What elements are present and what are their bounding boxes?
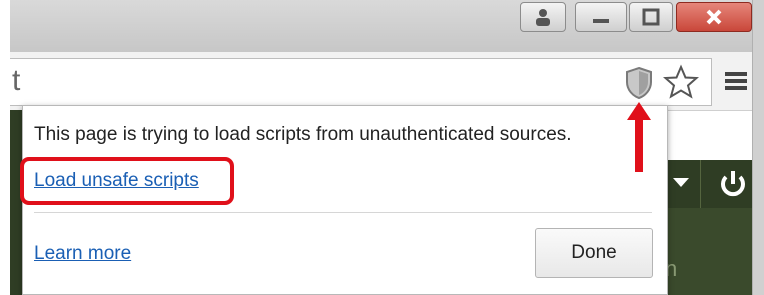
power-icon	[721, 171, 745, 197]
star-icon	[662, 64, 700, 99]
dropdown-arrow-icon	[673, 178, 689, 187]
bookmark-star-button[interactable]	[662, 64, 700, 100]
address-bar[interactable]	[10, 58, 712, 106]
learn-more-label[interactable]: Learn more	[34, 243, 131, 264]
page-dropdown-arrow[interactable]	[668, 168, 694, 198]
highlight-box	[20, 157, 234, 205]
menu-icon	[725, 72, 747, 90]
close-button[interactable]	[676, 2, 752, 32]
red-arrow-icon	[627, 102, 651, 172]
user-icon	[536, 9, 550, 26]
window-left-edge	[0, 0, 10, 295]
popup-divider	[34, 212, 652, 213]
minimize-button[interactable]	[575, 2, 627, 32]
user-profile-button[interactable]	[520, 2, 566, 32]
menu-button[interactable]	[722, 66, 750, 96]
close-icon	[706, 9, 722, 25]
window-right-edge	[752, 0, 764, 295]
page-header-divider	[700, 160, 701, 208]
maximize-button[interactable]	[629, 2, 673, 32]
page-power-button[interactable]	[716, 167, 750, 201]
shield-icon	[626, 66, 652, 100]
maximize-icon	[642, 8, 660, 26]
done-button[interactable]: Done	[535, 228, 653, 278]
shield-button[interactable]	[624, 66, 654, 100]
address-bar-text: t	[12, 64, 21, 97]
minimize-icon	[593, 19, 609, 23]
annotation-arrow	[625, 100, 653, 174]
popup-message: This page is trying to load scripts from…	[34, 124, 572, 145]
learn-more-link[interactable]: Learn more	[34, 243, 131, 265]
